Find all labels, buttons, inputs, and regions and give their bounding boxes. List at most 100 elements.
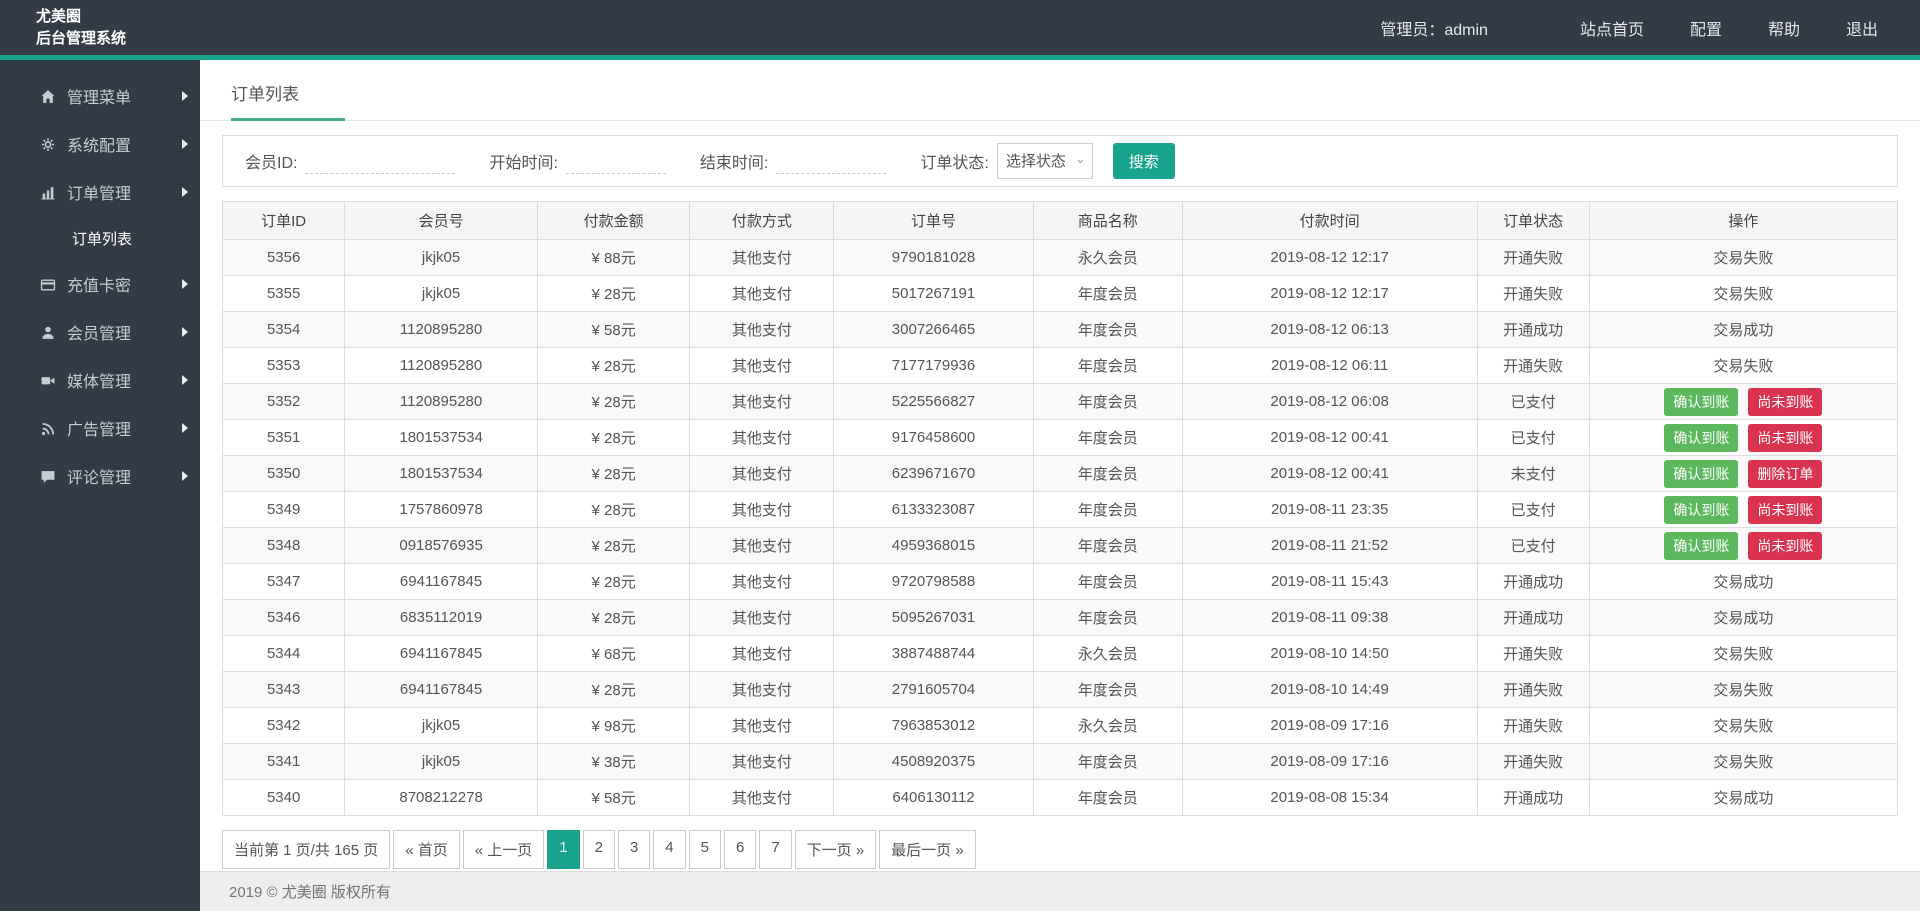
table-cell: jkjk05 bbox=[344, 275, 538, 312]
footer: 2019 © 尤美圈 版权所有 bbox=[200, 871, 1920, 911]
sidebar-item-label: 媒体管理 bbox=[67, 374, 132, 391]
sidebar-item-order-management[interactable]: 订单管理 bbox=[0, 168, 200, 216]
filter-bar: 会员ID: 开始时间: 结束时间: 订单状态: 选择状态 ⌄ 搜索 bbox=[222, 135, 1898, 187]
table-cell: 6941167845 bbox=[344, 563, 538, 600]
sidebar-item-system-config[interactable]: 系统配置 bbox=[0, 120, 200, 168]
page-number[interactable]: 5 bbox=[688, 830, 721, 869]
chevron-right-icon bbox=[182, 375, 188, 385]
table-cell: 5353 bbox=[221, 347, 346, 384]
end-time-label: 结束时间: bbox=[699, 155, 769, 172]
pagination-next[interactable]: 下一页 » bbox=[794, 830, 877, 869]
table-cell: ¥ 28元 bbox=[536, 563, 691, 600]
status-select[interactable]: 选择状态 bbox=[996, 143, 1093, 179]
table-cell: 已支付 bbox=[1476, 419, 1590, 456]
table-cell: 永久会员 bbox=[1032, 707, 1183, 744]
table-cell: 其他支付 bbox=[689, 419, 835, 456]
header-link[interactable]: 帮助 bbox=[1768, 22, 1800, 39]
table-cell: 5342 bbox=[221, 707, 346, 744]
header-link[interactable]: 退出 bbox=[1846, 22, 1878, 39]
table-cell: ¥ 58元 bbox=[536, 779, 691, 816]
tab-bar: 订单列表 bbox=[200, 60, 1920, 121]
table-cell: 年度会员 bbox=[1032, 491, 1183, 528]
table-cell: 其他支付 bbox=[689, 455, 835, 492]
sidebar-item-ad-management[interactable]: 广告管理 bbox=[0, 404, 200, 452]
video-icon bbox=[40, 373, 57, 388]
table-cell: 开通成功 bbox=[1476, 599, 1590, 636]
table-cell: 其他支付 bbox=[689, 779, 835, 816]
sidebar-item-label: 广告管理 bbox=[67, 422, 132, 439]
page-number[interactable]: 6 bbox=[723, 830, 757, 869]
member-id-input[interactable] bbox=[305, 148, 456, 174]
confirm-arrival-button[interactable]: 确认到账 bbox=[1664, 423, 1739, 452]
table-cell: ¥ 68元 bbox=[536, 635, 691, 672]
sidebar-item-recharge-card[interactable]: 充值卡密 bbox=[0, 260, 200, 308]
admin-label: 管理员：admin bbox=[1380, 21, 1488, 39]
table-cell: 5343 bbox=[221, 671, 346, 708]
chevron-right-icon bbox=[182, 279, 188, 289]
sidebar-item-comment-management[interactable]: 评论管理 bbox=[0, 452, 200, 500]
table-cell: 1757860978 bbox=[344, 491, 538, 528]
table-row: 5353 1120895280 ¥ 28元 其他支付 7177179936 年度会员 201… bbox=[221, 347, 1899, 384]
not-arrived-button[interactable]: 尚未到账 bbox=[1748, 387, 1823, 416]
confirm-arrival-button[interactable]: 确认到账 bbox=[1664, 531, 1739, 560]
page-number[interactable]: 2 bbox=[582, 830, 615, 869]
table-row: 5351 1801537534 ¥ 28元 其他支付 9176458600 年度会员 201… bbox=[221, 419, 1899, 456]
sidebar-item-order-list[interactable]: 订单列表 bbox=[0, 216, 200, 260]
table-row: 5349 1757860978 ¥ 28元 其他支付 6133323087 年度会员 201… bbox=[221, 491, 1899, 528]
table-cell: 4508920375 bbox=[833, 743, 1034, 780]
action-cell: 交易失败 bbox=[1588, 635, 1899, 672]
table-header-cell: 订单ID bbox=[221, 201, 346, 240]
table-cell: 5351 bbox=[221, 419, 346, 456]
confirm-arrival-button[interactable]: 确认到账 bbox=[1664, 387, 1739, 416]
table-cell: ¥ 28元 bbox=[536, 383, 691, 420]
action-cell: 确认到账 尚未到账 bbox=[1588, 491, 1899, 528]
not-arrived-button[interactable]: 尚未到账 bbox=[1748, 423, 1823, 452]
table-cell: 5348 bbox=[221, 527, 346, 564]
page-number[interactable]: 7 bbox=[759, 830, 792, 869]
tab-order-list[interactable]: 订单列表 bbox=[231, 80, 345, 121]
table-cell: 其他支付 bbox=[689, 311, 835, 348]
chevron-right-icon bbox=[182, 327, 188, 337]
action-cell: 确认到账 尚未到账 bbox=[1588, 383, 1899, 420]
sidebar-item-member-management[interactable]: 会员管理 bbox=[0, 308, 200, 356]
table-cell: 6941167845 bbox=[344, 671, 538, 708]
table-cell: 其他支付 bbox=[689, 743, 835, 780]
page-number[interactable]: 3 bbox=[617, 830, 651, 869]
sidebar-item-media-management[interactable]: 媒体管理 bbox=[0, 356, 200, 404]
page-number[interactable]: 4 bbox=[653, 830, 686, 869]
table-cell: 3887488744 bbox=[833, 635, 1034, 672]
table-cell: jkjk05 bbox=[344, 743, 538, 780]
table-cell: ¥ 28元 bbox=[536, 419, 691, 456]
table-cell: 1801537534 bbox=[344, 419, 538, 456]
confirm-arrival-button[interactable]: 确认到账 bbox=[1664, 459, 1739, 488]
sidebar-item-label: 系统配置 bbox=[67, 138, 132, 155]
pagination-last[interactable]: 最后一页 » bbox=[879, 830, 976, 869]
delete-order-button[interactable]: 删除订单 bbox=[1748, 459, 1823, 488]
table-row: 5340 8708212278 ¥ 58元 其他支付 6406130112 年度会员 201… bbox=[221, 779, 1899, 816]
table-cell: 其他支付 bbox=[689, 671, 835, 708]
table-header-cell: 商品名称 bbox=[1032, 201, 1183, 240]
search-button[interactable]: 搜索 bbox=[1112, 143, 1175, 179]
not-arrived-button[interactable]: 尚未到账 bbox=[1748, 495, 1823, 524]
table-row: 5347 6941167845 ¥ 28元 其他支付 9720798588 年度会员 201… bbox=[221, 563, 1899, 600]
confirm-arrival-button[interactable]: 确认到账 bbox=[1664, 495, 1739, 524]
table-cell: 未支付 bbox=[1476, 455, 1590, 492]
table-cell: 7177179936 bbox=[833, 347, 1034, 384]
table-cell: 2019-08-09 17:16 bbox=[1181, 707, 1478, 744]
pagination-first[interactable]: « 首页 bbox=[393, 830, 460, 869]
sidebar-item-admin-menu[interactable]: 管理菜单 bbox=[0, 72, 200, 120]
end-time-input[interactable] bbox=[776, 148, 887, 174]
table-row: 5354 1120895280 ¥ 58元 其他支付 3007266465 年度会员 201… bbox=[221, 311, 1899, 348]
app-logo: 尤美圈 后台管理系统 bbox=[0, 6, 126, 50]
table-cell: 2791605704 bbox=[833, 671, 1034, 708]
start-time-input[interactable] bbox=[565, 148, 666, 174]
table-cell: 其他支付 bbox=[689, 563, 835, 600]
not-arrived-button[interactable]: 尚未到账 bbox=[1748, 531, 1823, 560]
pagination-prev[interactable]: « 上一页 bbox=[462, 830, 545, 869]
table-header-cell: 订单号 bbox=[833, 201, 1034, 240]
action-cell: 交易成功 bbox=[1588, 779, 1899, 816]
table-cell: 年度会员 bbox=[1032, 779, 1183, 816]
header-link[interactable]: 配置 bbox=[1690, 22, 1722, 39]
header-link[interactable]: 站点首页 bbox=[1580, 22, 1644, 39]
page-number[interactable]: 1 bbox=[547, 830, 580, 869]
